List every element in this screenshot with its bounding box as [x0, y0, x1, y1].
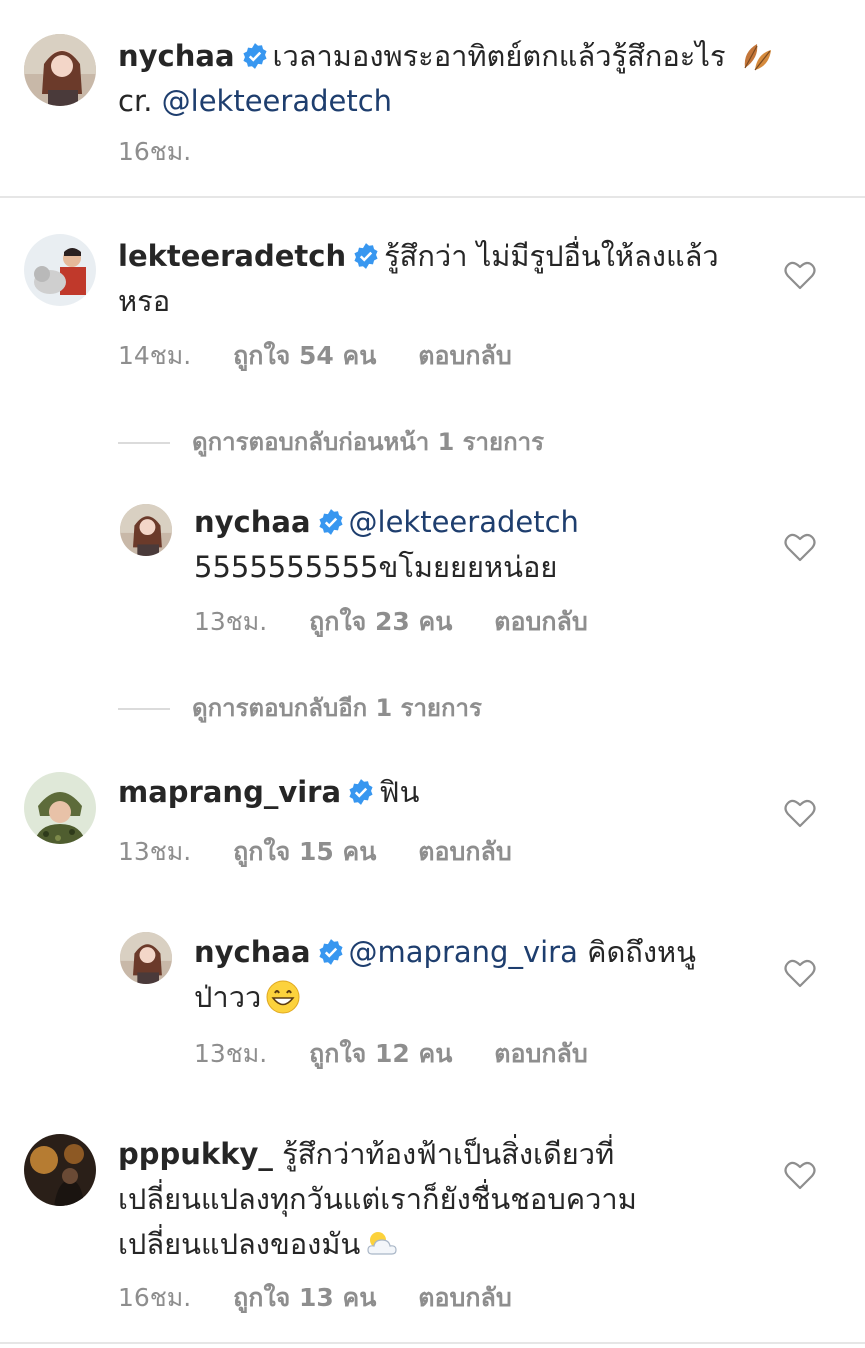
grinning-emoji-icon: [266, 980, 300, 1014]
verified-badge-icon: [318, 939, 343, 965]
comment-2-body: ฟิน: [379, 775, 420, 809]
reply-1-text: nychaa @lekteeradetch 5555555555ขโมยยยหน่…: [194, 500, 754, 590]
comments-screen: nychaa เวลามองพระอาทิตย์ตกแล้วรู้สึกอะไร …: [0, 0, 865, 1348]
reply-2-text: nychaa @maprang_vira คิดถึงหนู ป่าวว: [194, 930, 764, 1020]
verified-badge-icon: [242, 43, 267, 69]
comment-1-body-line2: หรอ: [118, 284, 171, 318]
like-heart-icon[interactable]: [784, 798, 816, 828]
reply-1-reply-button[interactable]: ตอบกลับ: [494, 607, 587, 636]
avatar-nychaa-reply[interactable]: [120, 504, 172, 556]
caption-meta: 16ชม.: [118, 132, 225, 172]
verified-badge-icon: [354, 243, 378, 269]
view-more-replies-label: ดูการตอบกลับอีก 1 รายการ: [192, 694, 482, 722]
verified-badge-icon: [318, 509, 343, 535]
divider: [0, 196, 865, 198]
comment-3-username[interactable]: pppukky_: [118, 1137, 273, 1171]
avatar-nychaa-reply[interactable]: [120, 932, 172, 984]
caption-credit-prefix: cr.: [118, 84, 162, 118]
divider: [0, 1342, 865, 1344]
comment-3-body-line2: เปลี่ยนแปลงทุกวันแต่เราก็ยังชื่นชอบความ: [118, 1182, 637, 1216]
verified-badge-icon: [349, 779, 373, 805]
comment-1-reply-button[interactable]: ตอบกลับ: [418, 341, 511, 370]
reply-1-meta: 13ชม. ถูกใจ 23 คน ตอบกลับ: [194, 602, 622, 642]
avatar-maprang-vira[interactable]: [24, 772, 96, 844]
replies-line: [118, 442, 170, 444]
leaves-emoji-icon: [744, 44, 771, 71]
like-heart-icon[interactable]: [784, 260, 816, 290]
comment-3-meta: 16ชม. ถูกใจ 13 คน ตอบกลับ: [118, 1278, 546, 1318]
reply-2-mention[interactable]: @maprang_vira: [349, 935, 578, 969]
comment-3-time: 16ชม.: [118, 1283, 192, 1312]
replies-line: [118, 708, 170, 710]
comment-2-likes[interactable]: ถูกใจ 15 คน: [233, 837, 376, 866]
reply-2-likes[interactable]: ถูกใจ 12 คน: [309, 1039, 452, 1068]
reply-2-body-line2: ป่าวว: [194, 980, 262, 1014]
like-heart-icon[interactable]: [784, 1160, 816, 1190]
caption-text: nychaa เวลามองพระอาทิตย์ตกแล้วรู้สึกอะไร …: [118, 34, 818, 124]
reply-2-reply-button[interactable]: ตอบกลับ: [494, 1039, 587, 1068]
comment-3-body-line3: เปลี่ยนแปลงของมัน: [118, 1227, 361, 1261]
reply-1-mention[interactable]: @lekteeradetch: [349, 505, 579, 539]
sun-behind-cloud-emoji-icon: [367, 1232, 397, 1255]
reply-1-time: 13ชม.: [194, 607, 268, 636]
caption-credit-mention[interactable]: @lekteeradetch: [162, 84, 392, 118]
caption-body: เวลามองพระอาทิตย์ตกแล้วรู้สึกอะไร: [272, 39, 726, 73]
avatar-pppukky[interactable]: [24, 1134, 96, 1206]
comment-2-username[interactable]: maprang_vira: [118, 775, 341, 809]
comment-1-time: 14ชม.: [118, 341, 192, 370]
comment-1-username[interactable]: lekteeradetch: [118, 239, 346, 273]
comment-2-text: maprang_vira ฟิน: [118, 770, 758, 815]
comment-1-text: lekteeradetch รู้สึกว่า ไม่มีรูปอื่นให้ลง…: [118, 234, 758, 324]
caption-time: 16ชม.: [118, 137, 192, 166]
comment-3-body: รู้สึกว่าท้องฟ้าเป็นสิ่งเดียวที่: [282, 1137, 615, 1171]
reply-2-body: คิดถึงหนู: [577, 935, 696, 969]
comment-2-time: 13ชม.: [118, 837, 192, 866]
comment-2-reply-button[interactable]: ตอบกลับ: [418, 837, 511, 866]
reply-2-time: 13ชม.: [194, 1039, 268, 1068]
like-heart-icon[interactable]: [784, 958, 816, 988]
view-previous-replies[interactable]: ดูการตอบกลับก่อนหน้า 1 รายการ: [118, 422, 544, 461]
avatar-nychaa[interactable]: [24, 34, 96, 106]
comment-1-meta: 14ชม. ถูกใจ 54 คน ตอบกลับ: [118, 336, 546, 376]
reply-2-meta: 13ชม. ถูกใจ 12 คน ตอบกลับ: [194, 1034, 622, 1074]
view-more-replies[interactable]: ดูการตอบกลับอีก 1 รายการ: [118, 688, 482, 727]
view-previous-replies-label: ดูการตอบกลับก่อนหน้า 1 รายการ: [192, 428, 544, 456]
avatar-lekteeradetch[interactable]: [24, 234, 96, 306]
comment-2-meta: 13ชม. ถูกใจ 15 คน ตอบกลับ: [118, 832, 546, 872]
comment-3-text: pppukky_ รู้สึกว่าท้องฟ้าเป็นสิ่งเดียวที…: [118, 1132, 758, 1267]
comment-1-likes[interactable]: ถูกใจ 54 คน: [233, 341, 376, 370]
reply-1-likes[interactable]: ถูกใจ 23 คน: [309, 607, 452, 636]
caption-username[interactable]: nychaa: [118, 39, 235, 73]
reply-1-username[interactable]: nychaa: [194, 505, 311, 539]
comment-3-reply-button[interactable]: ตอบกลับ: [418, 1283, 511, 1312]
reply-2-username[interactable]: nychaa: [194, 935, 311, 969]
comment-1-body: รู้สึกว่า ไม่มีรูปอื่นให้ลงแล้ว: [384, 239, 719, 273]
comment-3-likes[interactable]: ถูกใจ 13 คน: [233, 1283, 376, 1312]
like-heart-icon[interactable]: [784, 532, 816, 562]
reply-1-body: 5555555555ขโมยยยหน่อย: [194, 550, 558, 584]
